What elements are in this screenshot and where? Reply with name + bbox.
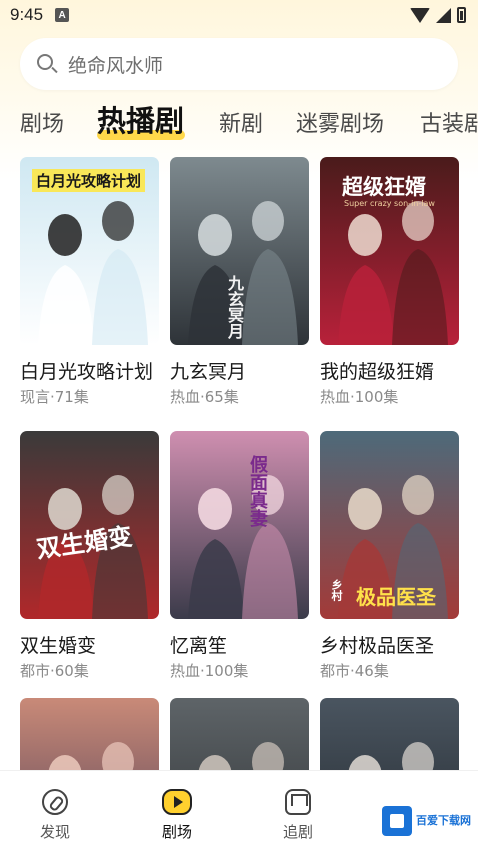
drama-card[interactable]: 双生婚变 双生婚变 都市·60集 — [20, 431, 159, 681]
compass-icon — [42, 789, 68, 815]
nav-theater-label: 剧场 — [162, 823, 193, 841]
search-bar[interactable]: 绝命风水师 — [20, 38, 458, 90]
crown-icon — [285, 789, 311, 815]
watermark-icon — [382, 806, 412, 836]
drama-title[interactable]: 乡村极品医圣 — [320, 631, 459, 658]
tab-hot-dramas[interactable]: 热播剧 — [97, 100, 184, 140]
nav-discover[interactable]: 发现 — [40, 789, 70, 842]
drama-meta: 都市·60集 — [20, 662, 89, 680]
drama-card[interactable]: 超级狂婿 Super crazy son-in-law 我的超级狂婿热血·100集 — [320, 157, 459, 407]
drama-card[interactable]: 白月光攻略计划 白月光攻略计划 现言·71集 — [20, 157, 159, 407]
nav-theater[interactable]: 剧场 — [162, 789, 192, 842]
drama-poster[interactable]: 假面真妻 — [170, 431, 309, 619]
drama-meta: 现言·71集 — [20, 388, 89, 406]
poster-subtitle-text: Super crazy son-in-law — [344, 199, 435, 208]
drama-meta: 热血·100集 — [170, 662, 249, 680]
drama-title[interactable]: 九玄冥月 — [170, 357, 309, 384]
watermark-logo: 百爱下载网 — [382, 805, 474, 837]
status-icons — [410, 7, 466, 23]
drama-title[interactable]: 双生婚变 — [20, 631, 159, 658]
poster-prefix-text: 乡村 — [330, 579, 343, 601]
tab-theater[interactable]: 剧场 — [20, 106, 64, 138]
tab-mist-theater[interactable]: 迷雾剧场 — [296, 106, 384, 138]
poster-title-text: 九玄冥月 — [225, 275, 244, 339]
drama-poster[interactable]: 九玄冥月 — [170, 157, 309, 345]
drama-title[interactable]: 我的超级狂婿 — [320, 357, 459, 384]
drama-poster[interactable]: 白月光攻略计划 — [20, 157, 159, 345]
poster-title-text: 极品医圣 — [356, 585, 436, 609]
search-icon — [36, 53, 58, 75]
status-time: 9:45 — [10, 5, 44, 24]
poster-title-text: 白月光攻略计划 — [32, 169, 146, 192]
play-icon — [162, 789, 192, 815]
status-bar: 9:45 A — [0, 0, 478, 30]
tab-new-dramas[interactable]: 新剧 — [219, 106, 263, 138]
drama-poster[interactable]: 超级狂婿 Super crazy son-in-law — [320, 157, 459, 345]
drama-card[interactable]: 九玄冥月 九玄冥月 热血·65集 — [170, 157, 309, 407]
nav-discover-label: 发现 — [40, 823, 71, 841]
battery-icon — [457, 7, 466, 23]
notification-badge: A — [55, 8, 70, 22]
wifi-icon — [410, 7, 430, 23]
drama-meta: 热血·100集 — [320, 388, 399, 406]
drama-card[interactable]: 极品医圣 乡村 乡村极品医圣 都市·46集 — [320, 431, 459, 681]
drama-card[interactable]: 假面真妻忆离笙热血·100集 — [170, 431, 309, 681]
drama-meta: 都市·46集 — [320, 662, 389, 680]
watermark-text: 百爱下载网 — [416, 814, 471, 827]
drama-poster[interactable]: 极品医圣 乡村 — [320, 431, 459, 619]
drama-meta: 热血·65集 — [170, 388, 239, 406]
tab-costume-dramas[interactable]: 古装剧 — [420, 106, 478, 138]
drama-title[interactable]: 忆离笙 — [170, 631, 309, 658]
drama-poster[interactable]: 双生婚变 — [20, 431, 159, 619]
poster-title-text: 超级狂婿 — [342, 175, 426, 199]
poster-title-text: 假面真妻 — [247, 455, 268, 527]
nav-follow-label: 追剧 — [283, 823, 314, 841]
nav-follow[interactable]: 追剧 — [283, 789, 313, 842]
category-tabs: 剧场 热播剧 新剧 迷雾剧场 古装剧 — [0, 100, 478, 148]
search-input[interactable]: 绝命风水师 — [68, 51, 163, 78]
drama-title[interactable]: 白月光攻略计划 — [20, 357, 159, 384]
signal-icon — [436, 7, 451, 23]
